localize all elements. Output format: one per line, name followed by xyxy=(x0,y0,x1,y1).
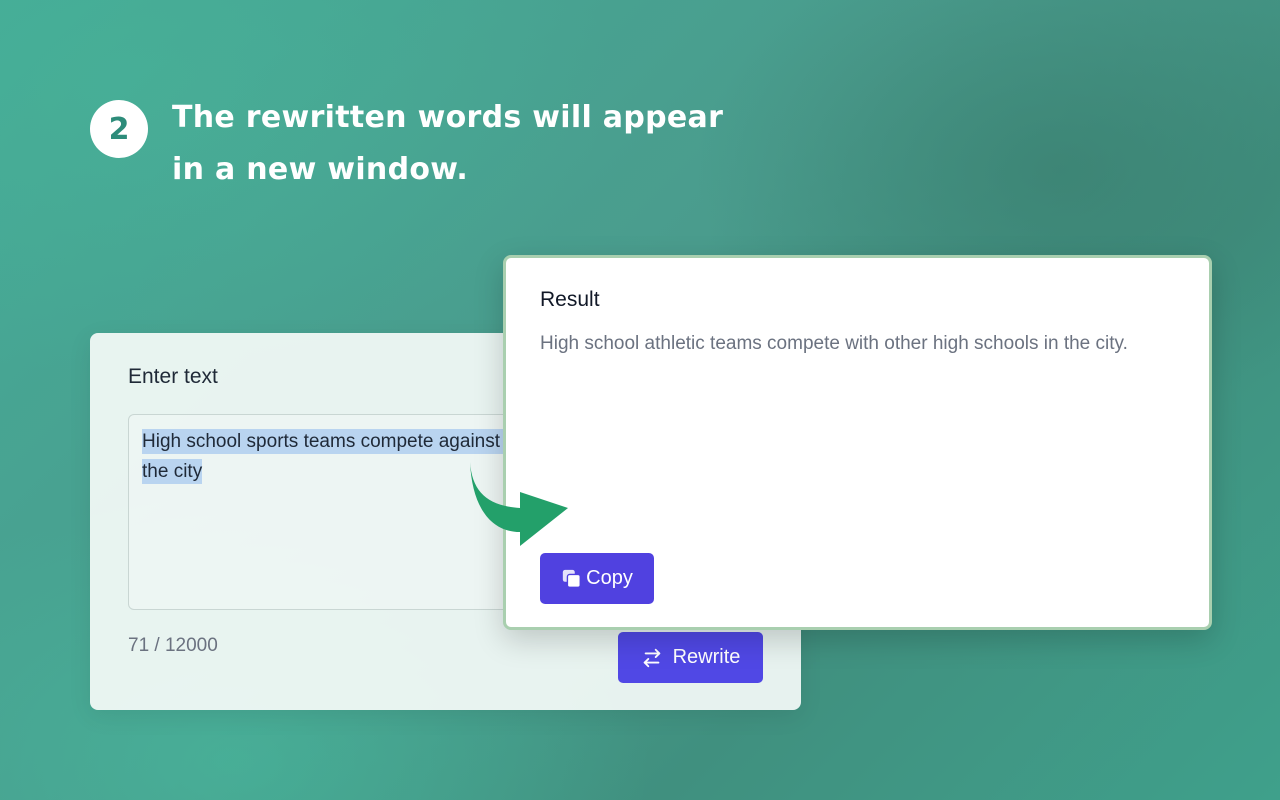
step-heading-line-1: The rewritten words will appear xyxy=(172,100,724,135)
copy-icon xyxy=(562,569,582,588)
step-heading: The rewritten words will appear in a new… xyxy=(172,92,732,196)
step-number-badge: 2 xyxy=(90,100,148,158)
input-title: Enter text xyxy=(128,365,218,388)
character-count: 71 / 12000 xyxy=(128,635,218,656)
swap-arrows-icon xyxy=(643,648,660,667)
copy-button-label: Copy xyxy=(586,567,633,589)
step-heading-line-2: in a new window. xyxy=(172,152,469,187)
curved-arrow-icon xyxy=(470,462,568,546)
rewrite-button[interactable]: Rewrite xyxy=(618,632,763,683)
result-title: Result xyxy=(540,288,600,311)
result-window: Result High school athletic teams compet… xyxy=(503,255,1212,630)
rewrite-button-label: Rewrite xyxy=(672,646,741,668)
result-text: High school athletic teams compete with … xyxy=(540,333,1128,354)
copy-button[interactable]: Copy xyxy=(540,553,654,604)
